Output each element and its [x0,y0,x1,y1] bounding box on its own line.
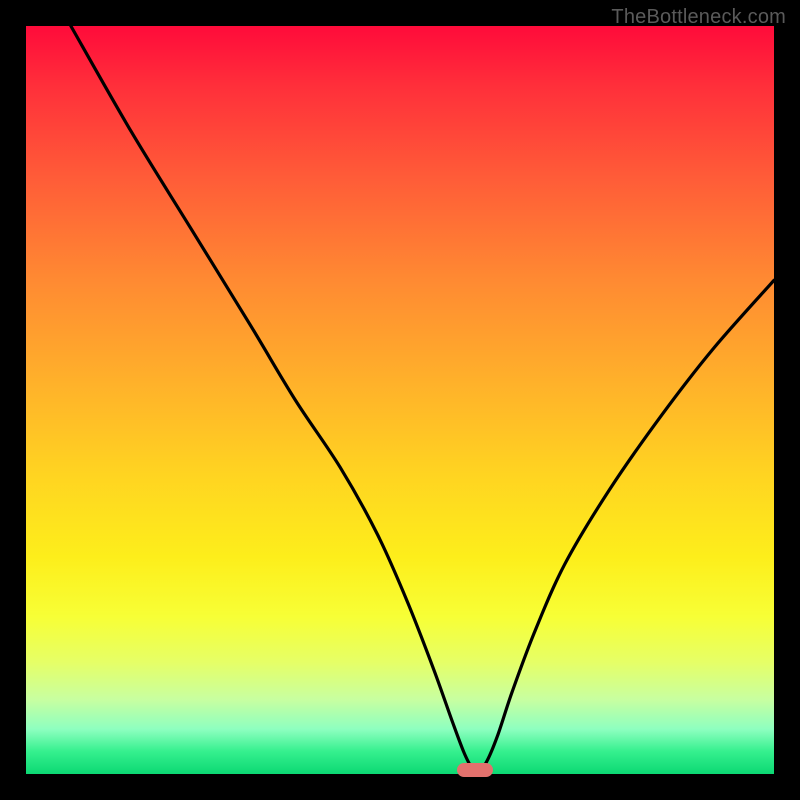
plot-area [26,26,774,774]
optimal-point-marker [457,763,493,777]
bottleneck-curve [71,26,774,772]
chart-frame: TheBottleneck.com [0,0,800,800]
curve-layer [26,26,774,774]
